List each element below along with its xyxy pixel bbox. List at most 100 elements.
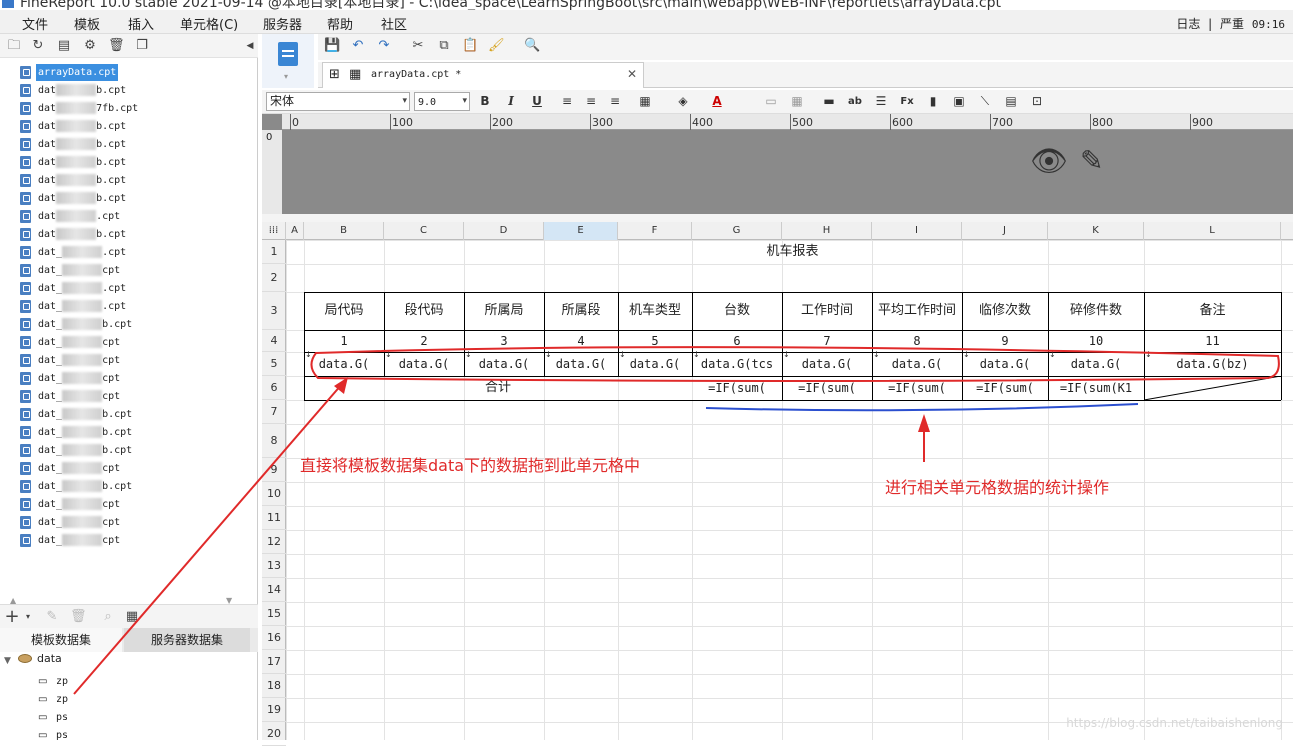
close-icon[interactable]: ✕	[627, 67, 637, 81]
data-cell[interactable]: data.G(	[544, 352, 618, 376]
column-header-j[interactable]: J	[962, 222, 1048, 240]
header-cell[interactable]: 平均工作时间	[872, 292, 962, 330]
save-icon[interactable]: 💾	[324, 38, 340, 54]
dataset-settings-icon[interactable]: ▦	[124, 609, 140, 625]
number-cell[interactable]: 9	[962, 330, 1048, 352]
chart-icon[interactable]: ▮	[924, 92, 942, 111]
data-cell[interactable]: data.G(	[464, 352, 544, 376]
font-size-select[interactable]: 9.0 ▾	[414, 92, 470, 111]
dataset-field[interactable]: zp	[56, 676, 68, 687]
edit-icon[interactable]: ✎	[44, 609, 60, 625]
row-header-7[interactable]: 7	[262, 400, 286, 424]
data-cell[interactable]: data.G(	[304, 352, 384, 376]
template-icon[interactable]: ▾	[262, 34, 314, 88]
column-header-e[interactable]: E	[544, 222, 618, 240]
cut-icon[interactable]: ✂	[410, 38, 426, 54]
font-color-icon[interactable]: A	[708, 92, 726, 111]
header-cell[interactable]: 备注	[1144, 292, 1281, 330]
column-header-a[interactable]: A	[286, 222, 304, 240]
row-header-9[interactable]: 9	[262, 458, 286, 482]
menu-template[interactable]: 模板	[74, 14, 100, 33]
header-cell[interactable]: 段代码	[384, 292, 464, 330]
number-cell[interactable]: 7	[782, 330, 872, 352]
pencil-icon[interactable]: ✎	[1080, 144, 1103, 177]
number-cell[interactable]: 2	[384, 330, 464, 352]
header-cell[interactable]: 所属段	[544, 292, 618, 330]
slash-cell[interactable]	[1144, 376, 1281, 400]
corner-icon[interactable]: ⁞⁞⁞	[262, 222, 286, 240]
redo-icon[interactable]: ↷	[376, 38, 392, 54]
header-cell[interactable]: 所属局	[464, 292, 544, 330]
row-header-11[interactable]: 11	[262, 506, 286, 530]
number-cell[interactable]: 10	[1048, 330, 1144, 352]
total-label[interactable]: 合计	[304, 376, 692, 400]
severity-label[interactable]: 严重	[1220, 17, 1244, 31]
column-header-d[interactable]: D	[464, 222, 544, 240]
subreport-icon[interactable]: ▤	[1002, 92, 1020, 111]
search-icon[interactable]: 🔍	[524, 38, 540, 54]
settings-icon[interactable]: ⚙	[82, 38, 98, 54]
preview-icon[interactable]: ⌕	[100, 609, 116, 625]
row-header-14[interactable]: 14	[262, 578, 286, 602]
hide-icon[interactable]: 👁	[1030, 144, 1068, 179]
font-family-select[interactable]: 宋体 ▾	[266, 92, 410, 111]
open-icon[interactable]: ▤	[56, 38, 72, 54]
row-header-19[interactable]: 19	[262, 698, 286, 722]
formula-icon[interactable]: Fx	[898, 92, 916, 111]
menu-cell[interactable]: 单元格(C)	[180, 14, 238, 33]
column-header-f[interactable]: F	[618, 222, 692, 240]
dataset-field[interactable]: zp	[56, 694, 68, 705]
unmerge-icon[interactable]: ▦	[788, 92, 806, 111]
copy-icon[interactable]: ❐	[134, 38, 150, 54]
data-cell[interactable]: data.G(	[962, 352, 1048, 376]
add-dataset-icon[interactable]: +	[4, 608, 20, 626]
sum-formula-cell[interactable]: =IF(sum(	[692, 376, 782, 400]
delete-icon[interactable]: 🗑	[108, 38, 125, 54]
delete-dataset-icon[interactable]: 🗑	[70, 609, 87, 625]
row-header-6[interactable]: 6	[262, 376, 286, 400]
report-title[interactable]: 机车报表	[304, 240, 1281, 264]
menu-file[interactable]: 文件	[22, 14, 48, 33]
header-cell[interactable]: 工作时间	[782, 292, 872, 330]
align-center-icon[interactable]: ≡	[582, 92, 600, 111]
menu-insert[interactable]: 插入	[128, 14, 154, 33]
refresh-icon[interactable]: ↻	[30, 38, 46, 54]
column-header-l[interactable]: L	[1144, 222, 1281, 240]
dataset-field[interactable]: ps	[56, 730, 68, 741]
insert-row-icon[interactable]: ▬	[820, 92, 838, 111]
number-cell[interactable]: 1	[304, 330, 384, 352]
sum-formula-cell[interactable]: =IF(sum(	[782, 376, 872, 400]
italic-button[interactable]: I	[502, 92, 520, 111]
number-cell[interactable]: 3	[464, 330, 544, 352]
tab-template-dataset[interactable]: 模板数据集	[0, 628, 122, 652]
row-header-18[interactable]: 18	[262, 674, 286, 698]
data-cell[interactable]: data.G(	[1048, 352, 1144, 376]
undo-icon[interactable]: ↶	[350, 38, 366, 54]
header-cell[interactable]: 机车类型	[618, 292, 692, 330]
expand-icon[interactable]: ▼	[4, 656, 11, 666]
column-header-c[interactable]: C	[384, 222, 464, 240]
text-icon[interactable]: ab	[846, 92, 864, 111]
collapse-icon[interactable]: ◀	[242, 38, 258, 54]
number-cell[interactable]: 11	[1144, 330, 1281, 352]
row-header-4[interactable]: 4	[262, 330, 286, 352]
paste-icon[interactable]: 📋	[462, 38, 478, 54]
row-header-5[interactable]: 5	[262, 352, 286, 376]
align-left-icon[interactable]: ≡	[558, 92, 576, 111]
format-painter-icon[interactable]: 🖌	[488, 38, 505, 54]
row-header-8[interactable]: 8	[262, 424, 286, 458]
sum-formula-cell[interactable]: =IF(sum(	[962, 376, 1048, 400]
row-header-1[interactable]: 1	[262, 240, 286, 264]
header-cell[interactable]: 临修次数	[962, 292, 1048, 330]
row-header-20[interactable]: 20	[262, 722, 286, 746]
data-cell[interactable]: data.G(	[618, 352, 692, 376]
data-cell[interactable]: data.G(bz)	[1144, 352, 1281, 376]
log-link[interactable]: 日志	[1176, 17, 1200, 31]
copy-cell-icon[interactable]: ⧉	[436, 38, 452, 54]
chevron-down-icon[interactable]: ▾	[20, 609, 36, 625]
menu-help[interactable]: 帮助	[327, 14, 353, 33]
fill-color-icon[interactable]: ◈	[674, 92, 692, 111]
row-header-10[interactable]: 10	[262, 482, 286, 506]
spreadsheet[interactable]: 机车报表 局代码 段代码 所属局 所属段 机车类型 台数 工作时间 平均工作时间 临修次数 碎修件数…	[286, 240, 1293, 740]
frozen-icon[interactable]: ⊡	[1028, 92, 1046, 111]
